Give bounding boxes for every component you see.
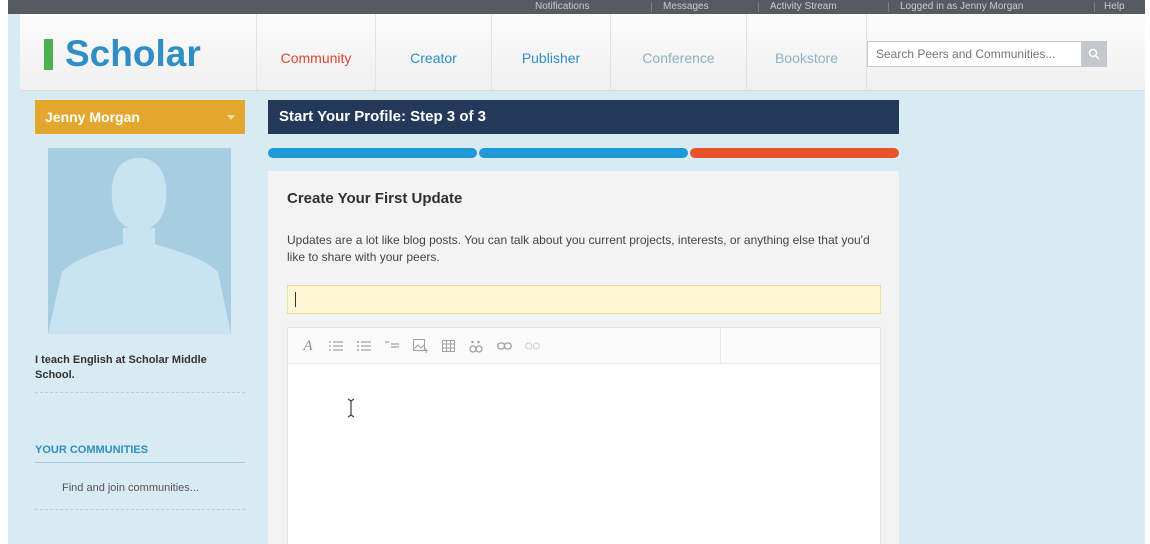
progress-segment-3: [690, 148, 899, 158]
card-description: Updates are a lot like blog posts. You c…: [287, 233, 870, 264]
separator: [1094, 2, 1095, 12]
search-icon: [1088, 48, 1100, 60]
font-style-icon[interactable]: A: [300, 338, 316, 354]
divider: [35, 462, 245, 463]
insert-image-icon[interactable]: [412, 338, 428, 354]
rich-text-editor[interactable]: A: [287, 327, 881, 544]
site-header: Scholar Community Creator Publisher Conf…: [20, 14, 1145, 91]
search-input[interactable]: [868, 42, 1094, 66]
insert-table-icon[interactable]: [440, 338, 456, 354]
progress-segment-1: [268, 148, 477, 158]
logged-in-label[interactable]: Logged in as Jenny Morgan: [900, 1, 1090, 13]
editor-body[interactable]: [288, 364, 880, 544]
toolbar-divider: [720, 328, 721, 363]
profile-sidebar: Jenny Morgan I teach English at Scholar …: [35, 100, 245, 544]
profile-bio: I teach English at Scholar Middle School…: [35, 354, 207, 381]
search-box: [867, 41, 1107, 67]
nav-community[interactable]: Community: [256, 14, 375, 90]
activity-stream-link[interactable]: Activity Stream: [770, 1, 880, 13]
divider: [35, 392, 245, 393]
step-title: Start Your Profile: Step 3 of 3: [268, 100, 899, 134]
nav-conference[interactable]: Conference: [610, 14, 746, 90]
user-name: Jenny Morgan: [45, 109, 140, 125]
separator: [758, 2, 759, 12]
main-nav: Community Creator Publisher Conference B…: [256, 14, 867, 90]
text-cursor-icon: [347, 398, 355, 418]
search-button[interactable]: [1081, 41, 1107, 67]
chevron-down-icon: [227, 115, 235, 120]
ordered-list-icon[interactable]: [328, 338, 344, 354]
scholar-logo[interactable]: Scholar: [44, 34, 201, 74]
nav-creator[interactable]: Creator: [375, 14, 491, 90]
unordered-list-icon[interactable]: [356, 338, 372, 354]
logo-mark-icon: [44, 38, 53, 70]
nav-bookstore[interactable]: Bookstore: [746, 14, 867, 90]
logo-text: Scholar: [65, 33, 201, 74]
separator: [651, 2, 652, 12]
communities-heading: YOUR COMMUNITIES: [35, 444, 149, 456]
unlink-icon[interactable]: [524, 338, 540, 354]
editor-toolbar: A: [288, 328, 880, 364]
default-avatar-icon: [48, 158, 231, 334]
progress-segment-2: [479, 148, 688, 158]
insert-video-icon[interactable]: [468, 338, 484, 354]
nav-publisher[interactable]: Publisher: [491, 14, 610, 90]
notifications-link[interactable]: Notifications: [535, 1, 643, 13]
update-card: Create Your First Update Updates are a l…: [268, 171, 899, 544]
utility-bar: Notifications Messages Activity Stream L…: [8, 0, 1145, 14]
indent-icon[interactable]: [384, 338, 400, 354]
divider: [35, 509, 245, 510]
user-menu[interactable]: Jenny Morgan: [35, 100, 245, 134]
progress-bar: [268, 148, 899, 158]
card-title: Create Your First Update: [287, 190, 463, 207]
text-cursor: [295, 292, 296, 307]
messages-link[interactable]: Messages: [663, 1, 751, 13]
avatar[interactable]: [48, 148, 231, 334]
app-frame: Notifications Messages Activity Stream L…: [8, 0, 1145, 544]
find-communities-link[interactable]: Find and join communities...: [62, 482, 199, 494]
help-link[interactable]: Help: [1104, 1, 1144, 13]
separator: [888, 2, 889, 12]
update-title-input[interactable]: [287, 285, 881, 314]
link-icon[interactable]: [496, 338, 512, 354]
